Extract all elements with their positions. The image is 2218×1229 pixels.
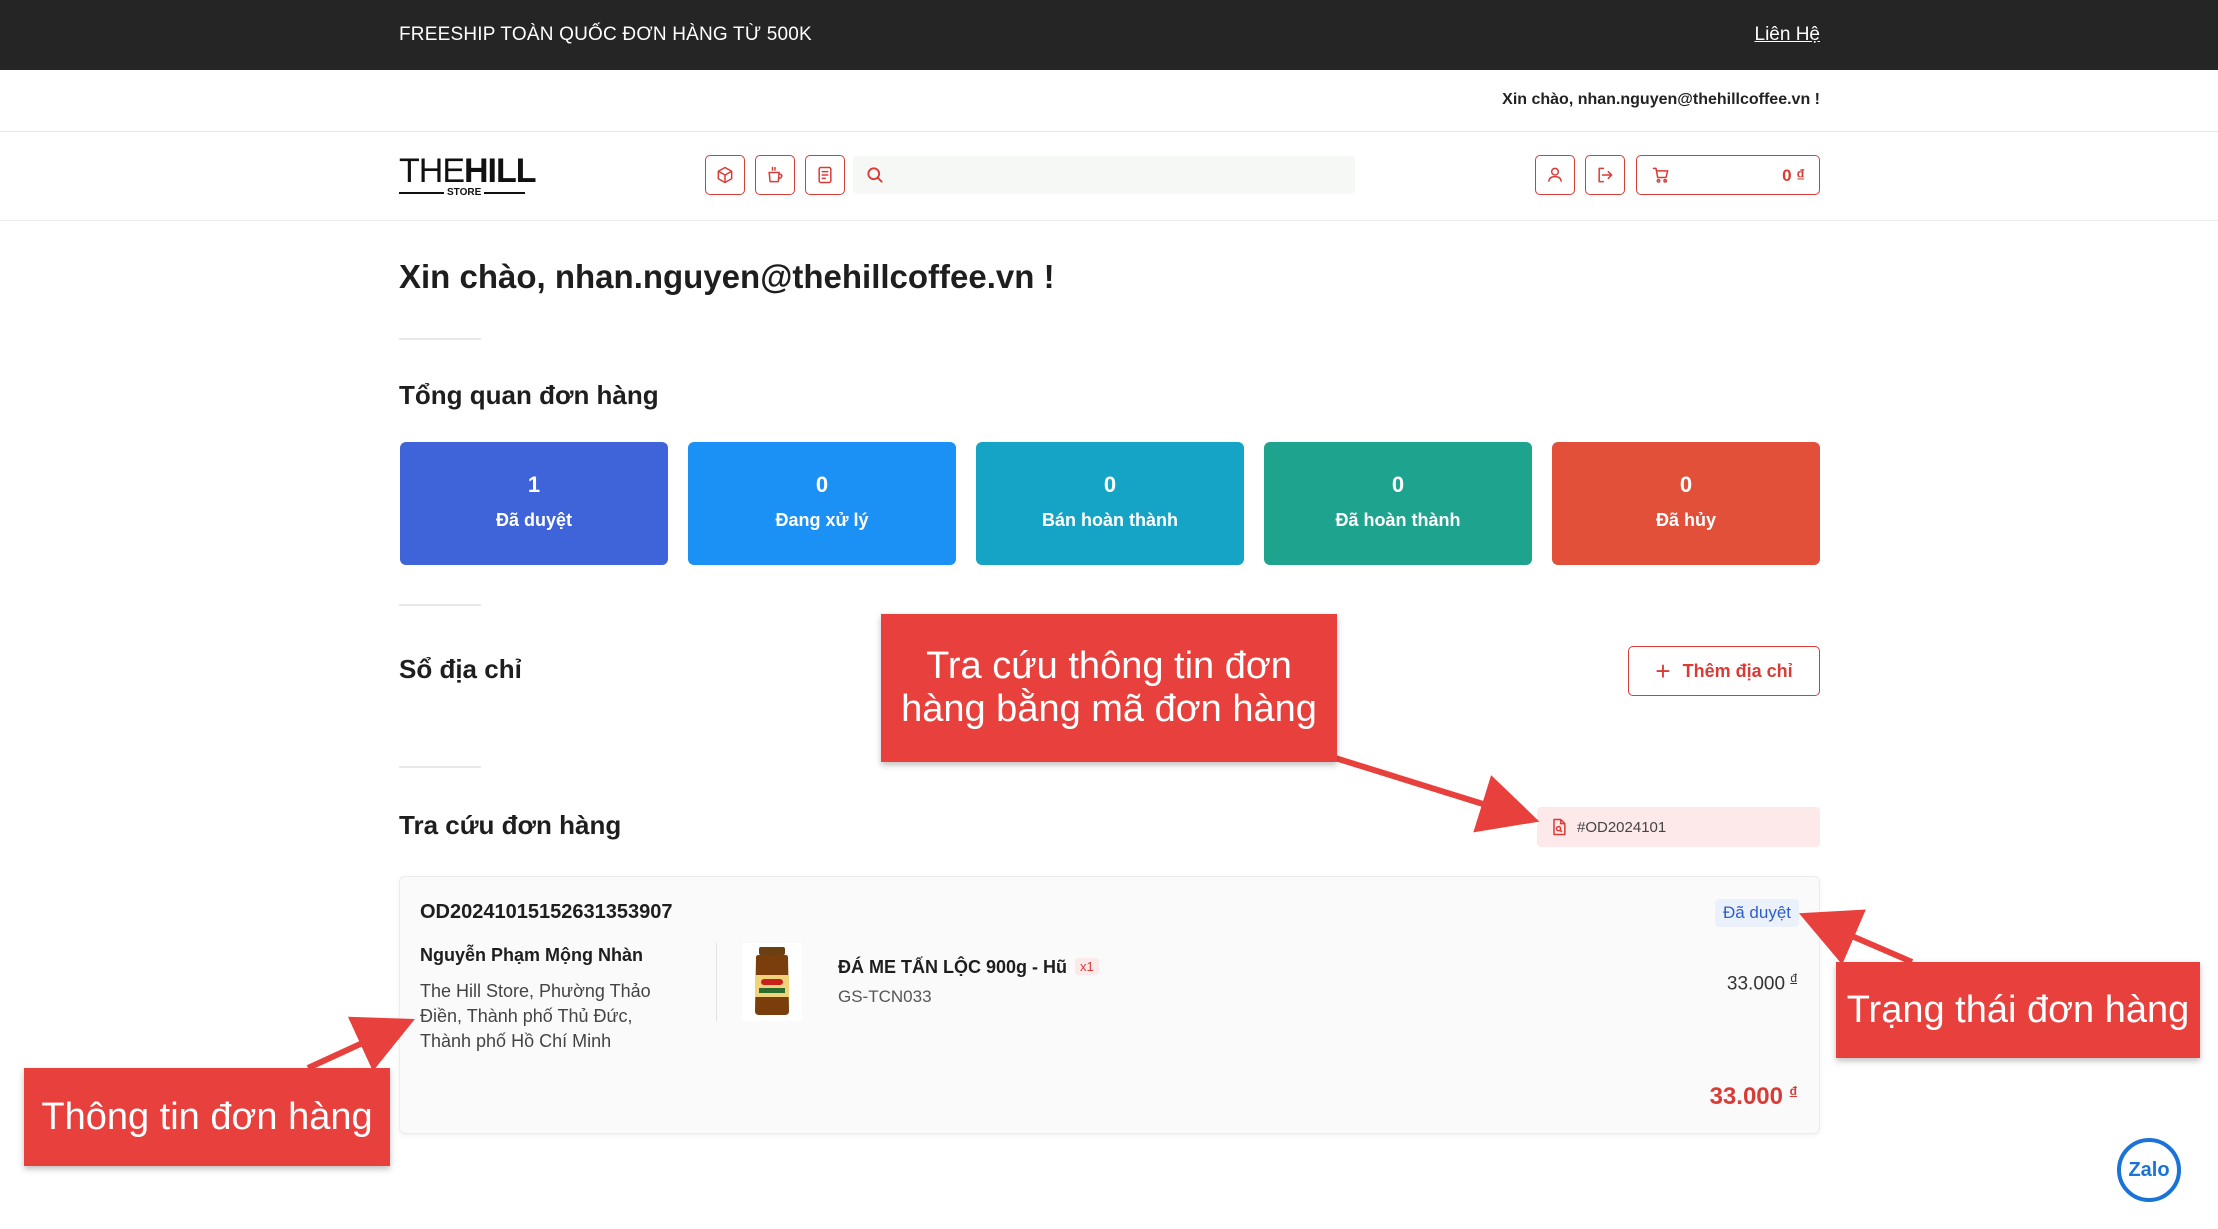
stat-count: 0 [1103,472,1117,497]
arrow-status [1798,909,1914,965]
box-icon [717,166,733,184]
order-lookup-box [1537,807,1820,847]
cart-total: 0 ₫ [1782,166,1805,185]
order-card[interactable]: OD20241015152631353907 Đã duyệt Nguyễn P… [399,876,1820,1134]
stat-card-processing[interactable]: 0 Đang xử lý [688,442,956,565]
product-sku: GS-TCN033 [838,987,932,1006]
stat-card-approved[interactable]: 1 Đã duyệt [400,442,668,565]
promo-text: FREESHIP TOÀN QUỐC ĐƠN HÀNG TỪ 500K [399,24,812,45]
stat-count: 1 [527,472,541,497]
price-value: 33.000 [1726,973,1786,995]
cup-icon [768,166,783,183]
zalo-chat-button[interactable]: Zalo [2117,1138,2181,1202]
arrow-info [306,1016,415,1072]
customer-name: Nguyễn Phạm Mộng Nhàn [420,945,644,965]
logout-button[interactable] [1585,155,1625,195]
drinks-button[interactable] [755,155,795,195]
callout-order-lookup: Tra cứu thông tin đơn hàng bằng mã đơn h… [881,614,1337,762]
order-total: 33.000 đ [1710,1083,1797,1111]
product-price: 33.000 đ [1727,971,1797,995]
cart-button[interactable]: 0 ₫ [1636,155,1820,195]
stat-card-partial[interactable]: 0 Bán hoàn thành [976,442,1244,565]
callout-order-info: Thông tin đơn hàng [24,1068,390,1166]
stat-label: Đang xử lý [775,510,869,530]
account-strip: Xin chào, nhan.nguyen@thehillcoffee.vn ! [0,70,2218,132]
file-search-icon [1553,818,1566,836]
stat-label: Bán hoàn thành [1042,510,1178,530]
stat-card-cancelled[interactable]: 0 Đã hủy [1552,442,1820,565]
logo-text: THEHILL [399,152,537,190]
arrow-lookup [1331,754,1540,833]
add-address-button[interactable]: + Thêm địa chỉ [1628,646,1820,696]
contact-link[interactable]: Liên Hệ [1755,24,1821,46]
total-value: 33.000 [1709,1083,1783,1110]
search-bar [853,156,1355,194]
callout-text: Trạng thái đơn hàng [1846,988,2190,1031]
plus-icon: + [1655,656,1671,686]
stat-card-completed[interactable]: 0 Đã hoàn thành [1264,442,1532,565]
account-button[interactable] [1535,155,1575,195]
stat-label: Đã duyệt [495,510,573,530]
logo-subtext: STORE [444,187,485,198]
product-image [742,943,802,1021]
zalo-label: Zalo [2128,1158,2170,1181]
customer-address: The Hill Store, Phường Thảo Điền, Thành … [420,981,651,1051]
divider [399,604,481,606]
overview-title: Tổng quan đơn hàng [399,380,659,410]
divider [399,338,481,340]
account-greeting: Xin chào, nhan.nguyen@thehillcoffee.vn ! [1502,91,1820,108]
callout-text: Thông tin đơn hàng [41,1095,373,1138]
search-input[interactable] [897,156,1347,194]
page-title: Xin chào, nhan.nguyen@thehillcoffee.vn ! [399,258,1055,295]
product-name-text: ĐÁ ME TẤN LỘC 900g - Hũ [838,957,1068,977]
store-logo[interactable]: THEHILL STORE [399,152,537,198]
stat-count: 0 [1391,472,1405,497]
news-button[interactable] [805,155,845,195]
order-lookup-input[interactable] [1577,807,1812,847]
search-icon [867,167,883,183]
promo-bar: FREESHIP TOÀN QUỐC ĐƠN HÀNG TỪ 500K Liên… [0,0,2218,70]
callout-order-status: Trạng thái đơn hàng [1836,962,2200,1058]
product-name: ĐÁ ME TẤN LỘC 900g - Hũ x1 [838,957,1099,978]
user-icon [1548,167,1562,182]
order-lookup-title: Tra cứu đơn hàng [399,810,622,840]
products-button[interactable] [705,155,745,195]
stat-count: 0 [1679,472,1693,497]
stat-label: Đã hoàn thành [1335,510,1461,530]
order-id: OD20241015152631353907 [420,901,673,923]
site-header: THEHILL STORE 0 ₫ [0,132,2218,221]
address-book-title: Sổ địa chỉ [399,654,522,684]
currency-symbol: đ [1790,971,1797,985]
logout-icon [1598,167,1613,183]
cart-icon [1652,167,1669,183]
stat-count: 0 [815,472,829,497]
callout-text: Tra cứu thông tin đơn hàng bằng mã đơn h… [901,645,1317,730]
product-qty: x1 [1075,958,1099,975]
add-address-label: Thêm địa chỉ [1682,660,1793,681]
order-status-badge: Đã duyệt [1714,899,1799,927]
currency-symbol: đ [1789,1084,1797,1098]
divider [716,943,717,1021]
stat-label: Đã hủy [1655,510,1716,530]
document-icon [818,166,832,184]
divider [399,766,481,768]
